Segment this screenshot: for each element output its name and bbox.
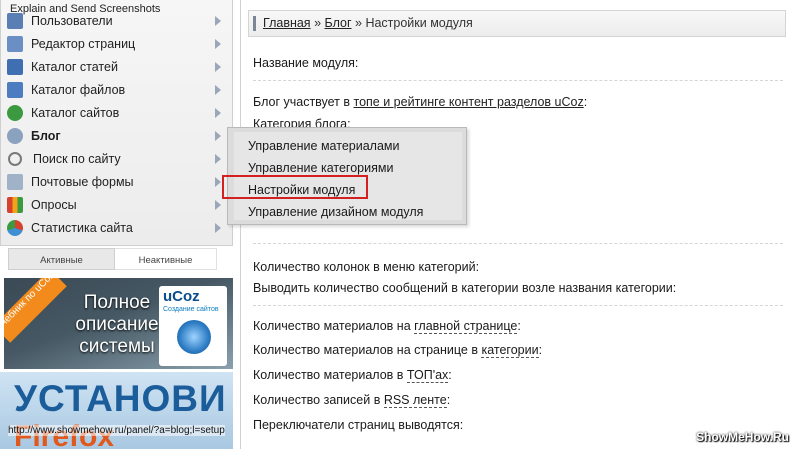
firefox-banner[interactable]: УСТАНОВИ Firefox — [0, 372, 233, 449]
status-bar-url: http://www.showmehow.ru/panel/?a=blog;l=… — [8, 425, 225, 436]
category-hint[interactable]: категории — [481, 343, 539, 358]
label-suffix: : — [538, 343, 543, 357]
breadcrumb-current: Настройки модуля — [365, 16, 473, 30]
breadcrumb-separator: » — [355, 16, 362, 30]
submenu-module-design[interactable]: Управление дизайном модуля — [248, 205, 423, 219]
files-icon — [7, 81, 23, 98]
polls-chart-icon — [7, 196, 23, 213]
rating-suffix: : — [583, 95, 588, 109]
sidebar-item-stats[interactable]: Статистика сайта — [1, 216, 234, 239]
breadcrumb-blog-link[interactable]: Блог — [325, 16, 352, 30]
highlight-frame — [222, 175, 368, 199]
divider — [253, 80, 783, 81]
sidebar-item-blog[interactable]: Блог — [1, 124, 234, 147]
search-icon — [8, 151, 22, 166]
sidebar-item-mail-forms[interactable]: Почтовые формы — [1, 170, 234, 193]
blog-gear-icon — [7, 127, 23, 144]
sidebar-item-label: Пользователи — [31, 13, 113, 28]
sidebar-item-label: Каталог статей — [31, 59, 118, 74]
sidebar-item-label: Поиск по сайту — [33, 151, 121, 166]
paging-label: Переключатели страниц выводятся: — [253, 418, 464, 432]
chevron-right-icon — [215, 154, 221, 164]
chevron-right-icon — [215, 108, 221, 118]
sidebar-item-files[interactable]: Каталог файлов — [1, 78, 234, 101]
module-name-label: Название модуля: — [253, 56, 359, 70]
category-columns-label: Количество колонок в меню категорий: — [253, 260, 480, 274]
stats-pie-icon — [7, 219, 23, 236]
sidebar-item-label: Редактор страниц — [31, 36, 136, 51]
show-count-label: Выводить количество сообщений в категори… — [253, 281, 677, 295]
submenu-manage-categories[interactable]: Управление категориями — [248, 161, 393, 175]
chevron-right-icon — [215, 177, 221, 187]
rating-participation-label: Блог участвует в топе и рейтинге контент… — [253, 95, 587, 109]
sidebar-item-label: Каталог сайтов — [31, 105, 120, 120]
label-suffix: : — [517, 319, 521, 333]
mail-forms-icon — [7, 173, 23, 190]
tab-inactive[interactable]: Неактивные — [115, 248, 217, 270]
sidebar-tabs: Активные Неактивные — [8, 248, 217, 270]
sidebar-item-page-editor[interactable]: Редактор страниц — [1, 32, 234, 55]
top-hint[interactable]: ТОП'ах — [406, 368, 449, 383]
breadcrumb: Главная » Блог » Настройки модуля — [263, 16, 473, 30]
label-suffix: : — [446, 393, 451, 407]
sites-globe-icon — [7, 104, 23, 121]
rss-count-label: Количество записей в RSS ленте: — [253, 393, 451, 408]
chevron-right-icon — [215, 200, 221, 210]
chevron-right-icon — [215, 85, 221, 95]
breadcrumb-bar: Главная » Блог » Настройки модуля — [248, 10, 786, 37]
page-editor-icon — [7, 35, 23, 52]
chevron-right-icon — [215, 62, 221, 72]
sidebar: Пользователи Редактор страниц Каталог ст… — [0, 0, 233, 246]
banner-install-text: УСТАНОВИ — [14, 378, 227, 419]
breadcrumb-home-link[interactable]: Главная — [263, 16, 311, 30]
label-prefix: Количество материалов на — [253, 319, 415, 333]
chevron-right-icon — [215, 16, 221, 26]
category-page-count-label: Количество материалов на странице в кате… — [253, 343, 543, 358]
submenu-manage-materials[interactable]: Управление материалами — [248, 139, 399, 153]
main-page-count-label: Количество материалов на главной страниц… — [253, 319, 521, 334]
watermark-bottom-right: ShowMeHow.Ru — [696, 430, 789, 444]
sidebar-item-label: Статистика сайта — [31, 220, 133, 235]
ucoz-logo: uCoz Создание сайтов — [159, 286, 227, 366]
sidebar-menu: Пользователи Редактор страниц Каталог ст… — [1, 9, 234, 239]
chevron-right-icon — [215, 131, 221, 141]
disc-icon — [177, 320, 211, 354]
banner-ribbon: Учебник по uCoz — [4, 278, 67, 343]
main-page-hint[interactable]: главной странице — [414, 319, 518, 334]
sidebar-item-label: Каталог файлов — [31, 82, 126, 97]
watermark-top: Explain and Send Screenshots — [10, 3, 161, 15]
rss-hint[interactable]: RSS ленте — [383, 393, 447, 408]
sidebar-item-sites[interactable]: Каталог сайтов — [1, 101, 234, 124]
ucoz-tutorial-banner[interactable]: Учебник по uCoz Полное описание системы … — [4, 278, 233, 369]
label-suffix: : — [448, 368, 452, 382]
label-prefix: Количество материалов в — [253, 368, 407, 382]
divider — [253, 305, 783, 306]
label-prefix: Количество материалов на странице в — [253, 343, 482, 357]
sidebar-item-search[interactable]: Поиск по сайту — [1, 147, 234, 170]
ucoz-tagline: Создание сайтов — [163, 306, 219, 313]
tab-active[interactable]: Активные — [8, 248, 115, 270]
sidebar-item-label: Блог — [31, 128, 61, 143]
breadcrumb-separator: » — [314, 16, 322, 30]
rating-link[interactable]: топе и рейтинге контент разделов uCoz — [354, 95, 584, 109]
divider — [253, 243, 783, 244]
chevron-right-icon — [215, 39, 221, 49]
banner-headline: Полное описание системы — [75, 292, 159, 357]
sidebar-item-label: Опросы — [31, 197, 77, 212]
top-count-label: Количество материалов в ТОП'ах: — [253, 368, 452, 383]
articles-icon — [7, 58, 23, 75]
sidebar-item-articles[interactable]: Каталог статей — [1, 55, 234, 78]
rating-prefix: Блог участвует в — [253, 95, 354, 109]
sidebar-item-polls[interactable]: Опросы — [1, 193, 234, 216]
label-prefix: Количество записей в — [253, 393, 384, 407]
chevron-right-icon — [215, 223, 221, 233]
sidebar-item-label: Почтовые формы — [31, 174, 134, 189]
ucoz-brand: uCoz — [163, 288, 200, 305]
breadcrumb-marker — [253, 16, 256, 31]
